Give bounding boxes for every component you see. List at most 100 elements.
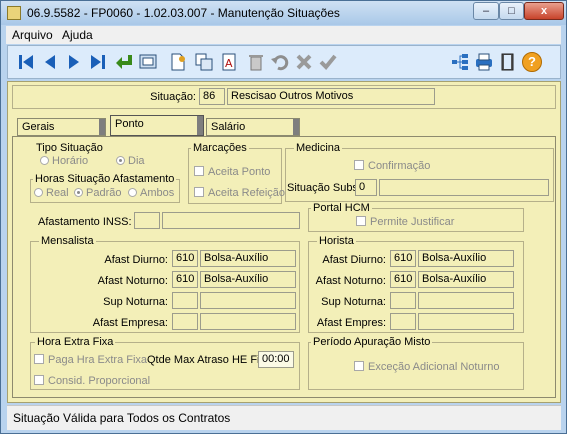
confirmacao-checkbox[interactable]: Confirmação (354, 160, 430, 172)
maximize-button[interactable]: □ (499, 2, 524, 20)
medicina-title: Medicina (294, 142, 343, 154)
help-icon[interactable]: ? (522, 52, 542, 72)
mensalista-sup-noturna-label: Sup Noturna: (103, 296, 168, 308)
exit-icon[interactable] (498, 52, 518, 72)
horista-afast-empres-label: Afast Empres: (316, 317, 386, 329)
mensalista-afast-diurno-code[interactable]: 610 (172, 250, 198, 267)
confirm-icon[interactable] (318, 52, 338, 72)
toolbar: A ? (7, 45, 561, 79)
radio-padrao-indicator[interactable] (74, 188, 83, 197)
radio-padrao[interactable]: Padrão (74, 187, 121, 199)
portal-hcm-title: Portal HCM (311, 202, 372, 214)
permite-justificar-checkbox[interactable]: Permite Justificar (356, 216, 454, 228)
horista-afast-empres-code[interactable] (390, 313, 416, 330)
radio-horario-label: Horário (52, 155, 89, 167)
svg-text:A: A (225, 57, 233, 70)
mensalista-afast-empresa-code[interactable] (172, 313, 198, 330)
radio-ambos[interactable]: Ambos (128, 187, 174, 199)
status-bar: Situação Válida para Todos os Contratos (7, 405, 561, 430)
print-icon[interactable] (474, 52, 494, 72)
paga-hora-extra-checkbox[interactable]: Paga Hra Extra Fixa (34, 354, 147, 366)
minimize-button[interactable]: – (473, 2, 499, 20)
undo-icon[interactable] (270, 52, 290, 72)
radio-real-label: Real (46, 187, 69, 199)
situacao-code[interactable]: 86 (199, 88, 225, 105)
mensalista-sup-noturna-desc[interactable] (200, 292, 296, 309)
menu-ajuda[interactable]: Ajuda (62, 28, 93, 42)
aceita-refeicao-checkbox[interactable]: Aceita Refeição (194, 187, 285, 199)
copy-icon[interactable] (194, 52, 214, 72)
zoom-icon[interactable] (138, 52, 158, 72)
mensalista-sup-noturna-code[interactable] (172, 292, 198, 309)
tree-icon[interactable] (450, 52, 470, 72)
main-panel: Situação: 86 Rescisao Outros Motivos Ger… (7, 81, 561, 403)
enter-icon[interactable] (114, 52, 134, 72)
radio-real[interactable]: Real (34, 187, 69, 199)
radio-real-indicator[interactable] (34, 188, 43, 197)
mensalista-afast-noturno-code[interactable]: 610 (172, 271, 198, 288)
mensalista-afast-noturno-desc[interactable]: Bolsa-Auxílio (200, 271, 296, 288)
confirmacao-box[interactable] (354, 160, 364, 170)
close-button[interactable]: x (524, 2, 564, 20)
situacao-subst-code[interactable]: 0 (355, 179, 377, 196)
radio-horario-indicator[interactable] (40, 156, 49, 165)
aceita-ponto-box[interactable] (194, 166, 204, 176)
tab-ponto-label: Ponto (115, 118, 144, 130)
consid-proporcional-box[interactable] (34, 375, 44, 385)
horista-afast-noturno-code[interactable]: 610 (390, 271, 416, 288)
aceita-ponto-label: Aceita Ponto (208, 166, 271, 178)
paga-hora-extra-box[interactable] (34, 354, 44, 364)
horista-afast-noturno-desc[interactable]: Bolsa-Auxílio (418, 271, 514, 288)
mensalista-afast-diurno-desc[interactable]: Bolsa-Auxílio (200, 250, 296, 267)
situacao-subst-description[interactable] (379, 179, 549, 196)
tab-salario-label: Salário (211, 121, 246, 133)
horista-sup-noturna-desc[interactable] (418, 292, 514, 309)
add-icon[interactable] (168, 52, 188, 72)
horista-afast-empres-desc[interactable] (418, 313, 514, 330)
horista-title: Horista (317, 235, 356, 247)
marcacoes-title: Marcações (191, 142, 249, 154)
delete-icon[interactable] (246, 52, 266, 72)
horista-afast-diurno-code[interactable]: 610 (390, 250, 416, 267)
afastamento-inss-label: Afastamento INSS: (38, 216, 132, 228)
afastamento-inss-description[interactable] (162, 212, 300, 229)
consid-proporcional-checkbox[interactable]: Consid. Proporcional (34, 375, 150, 387)
tab-gerais-label: Gerais (22, 121, 55, 133)
previous-record-icon[interactable] (40, 52, 60, 72)
edit-icon[interactable]: A (220, 52, 240, 72)
horista-sup-noturna-code[interactable] (390, 292, 416, 309)
last-record-icon[interactable] (88, 52, 108, 72)
excecao-adicional-box[interactable] (354, 361, 364, 371)
first-record-icon[interactable] (16, 52, 36, 72)
qtde-max-atraso-input[interactable]: 00:00 (258, 351, 294, 368)
afastamento-inss-code[interactable] (134, 212, 160, 229)
radio-ambos-indicator[interactable] (128, 188, 137, 197)
tab-shade (197, 116, 203, 135)
tab-gerais[interactable]: Gerais (17, 118, 106, 136)
tab-ponto[interactable]: Ponto (110, 115, 204, 136)
menu-arquivo[interactable]: Arquivo (12, 28, 53, 42)
mensalista-afast-empresa-desc[interactable] (200, 313, 296, 330)
situacao-description[interactable]: Rescisao Outros Motivos (227, 88, 435, 105)
radio-padrao-label: Padrão (86, 187, 122, 199)
mensalista-afast-noturno-label: Afast Noturno: (97, 275, 168, 287)
situacao-subst-label: Situação Subst: (287, 182, 365, 194)
consid-proporcional-label: Consid. Proporcional (48, 375, 151, 387)
horista-afast-diurno-desc[interactable]: Bolsa-Auxílio (418, 250, 514, 267)
radio-dia[interactable]: Dia (116, 155, 145, 167)
horista-sup-noturna-label: Sup Noturna: (321, 296, 386, 308)
permite-justificar-box[interactable] (356, 216, 366, 226)
application-window: 06.9.5582 - FP0060 - 1.02.03.007 - Manut… (0, 0, 567, 434)
radio-horario[interactable]: Horário (40, 155, 88, 167)
aceita-refeicao-box[interactable] (194, 187, 204, 197)
horista-afast-diurno-label: Afast Diurno: (322, 254, 386, 266)
aceita-ponto-checkbox[interactable]: Aceita Ponto (194, 166, 270, 178)
radio-dia-indicator[interactable] (116, 156, 125, 165)
excecao-adicional-checkbox[interactable]: Exceção Adicional Noturno (354, 361, 499, 373)
next-record-icon[interactable] (64, 52, 84, 72)
tab-salario[interactable]: Salário (206, 118, 300, 136)
title-bar[interactable]: 06.9.5582 - FP0060 - 1.02.03.007 - Manut… (1, 1, 566, 25)
cancel-icon[interactable] (294, 52, 314, 72)
qtde-max-atraso-label: Qtde Max Atraso HE Fixa: (147, 354, 275, 366)
status-text: Situação Válida para Todos os Contratos (13, 411, 231, 425)
